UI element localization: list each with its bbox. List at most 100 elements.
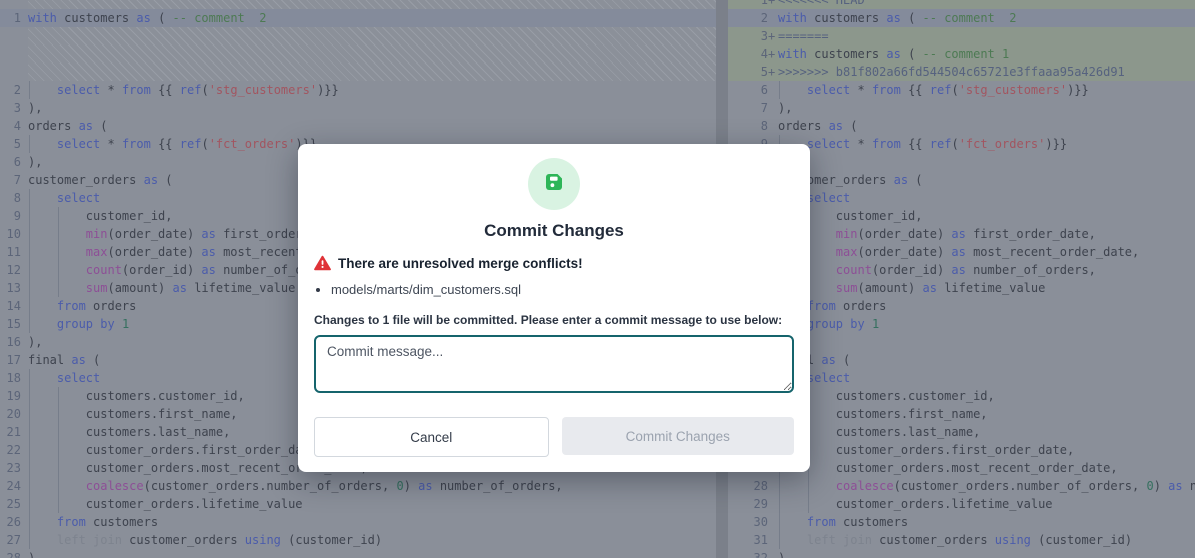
- diff-add-mark: [21, 243, 28, 261]
- line-number: 6: [0, 153, 21, 171]
- line-number: 3: [728, 27, 768, 45]
- line-number: 30: [728, 513, 768, 531]
- code-line[interactable]: 24 coalesce(customer_orders.number_of_or…: [0, 477, 716, 495]
- code-text: orders as (: [28, 117, 716, 135]
- diff-add-mark: [768, 495, 778, 513]
- dialog-buttons: Cancel Commit Changes: [314, 417, 794, 457]
- code-text: customers.first_name,: [778, 405, 1195, 423]
- code-text: >>>>>>> b81f802a66fd544504c65721e3ffaaa9…: [778, 63, 1195, 81]
- code-text: select * from {{ ref('fct_orders')}}: [778, 135, 1195, 153]
- code-text: from customers: [778, 513, 1195, 531]
- diff-add-mark: [768, 477, 778, 495]
- line-number: [0, 63, 21, 81]
- app-root: 1 with customers as ( -- comment 2 2 selec…: [0, 0, 1195, 558]
- diff-filler-row[interactable]: [0, 27, 716, 45]
- cancel-button[interactable]: Cancel: [314, 417, 549, 457]
- diff-add-mark: [21, 531, 28, 549]
- code-line[interactable]: 3+=======: [728, 27, 1195, 45]
- diff-add-mark: [21, 459, 28, 477]
- line-number: 4: [0, 117, 21, 135]
- code-text: ): [28, 549, 716, 558]
- line-number: 9: [0, 207, 21, 225]
- line-number: 14: [0, 297, 21, 315]
- diff-add-mark: +: [768, 63, 778, 81]
- diff-add-mark: [768, 99, 778, 117]
- diff-add-mark: [21, 369, 28, 387]
- code-text: customers.customer_id,: [778, 387, 1195, 405]
- diff-add-mark: [21, 441, 28, 459]
- code-text: max(order_date) as most_recent_order_dat…: [778, 243, 1195, 261]
- diff-add-mark: +: [768, 45, 778, 63]
- code-line[interactable]: 8orders as (: [728, 117, 1195, 135]
- instruction-text: Changes to 1 file will be committed. Ple…: [314, 313, 794, 327]
- code-line[interactable]: 2with customers as ( -- comment 2: [728, 9, 1195, 27]
- line-number: [0, 27, 21, 45]
- diff-filler-row[interactable]: [0, 45, 716, 63]
- code-text: final as (: [778, 351, 1195, 369]
- diff-add-mark: [21, 81, 28, 99]
- line-number: 1: [728, 0, 768, 9]
- code-line[interactable]: 4+with customers as ( -- comment 1: [728, 45, 1195, 63]
- code-line[interactable]: 2 select * from {{ ref('stg_customers')}…: [0, 81, 716, 99]
- commit-message-input[interactable]: [314, 335, 794, 393]
- diff-add-mark: [21, 351, 28, 369]
- code-line[interactable]: 7),: [728, 99, 1195, 117]
- code-text: ),: [778, 333, 1195, 351]
- code-text: left join customer_orders using (custome…: [778, 531, 1195, 549]
- line-number: 5: [0, 135, 21, 153]
- code-text: orders as (: [778, 117, 1195, 135]
- code-line[interactable]: 28 coalesce(customer_orders.number_of_or…: [728, 477, 1195, 495]
- diff-add-mark: [21, 549, 28, 558]
- line-number: 2: [0, 81, 21, 99]
- line-number: 23: [0, 459, 21, 477]
- diff-add-mark: [21, 9, 28, 27]
- diff-add-mark: [21, 99, 28, 117]
- code-text: coalesce(customer_orders.number_of_order…: [28, 477, 716, 495]
- diff-add-mark: [21, 405, 28, 423]
- code-line[interactable]: 1 with customers as ( -- comment 2: [0, 9, 716, 27]
- code-text: with customers as ( -- comment 2: [28, 9, 716, 27]
- line-number: 2: [728, 9, 768, 27]
- code-line[interactable]: 27 left join customer_orders using (cust…: [0, 531, 716, 549]
- line-number: 22: [0, 441, 21, 459]
- diff-add-mark: [768, 9, 778, 27]
- diff-add-mark: [768, 81, 778, 99]
- diff-filler-row[interactable]: [0, 63, 716, 81]
- code-line[interactable]: 32): [728, 549, 1195, 558]
- diff-add-mark: [768, 117, 778, 135]
- line-number: [0, 0, 21, 9]
- code-text: customer_orders.lifetime_value: [778, 495, 1195, 513]
- bullet-dot: [316, 288, 320, 292]
- code-line[interactable]: 1+<<<<<<< HEAD: [728, 0, 1195, 9]
- line-number: 26: [0, 513, 21, 531]
- hatch-pattern: [28, 45, 716, 63]
- line-number: 28: [728, 477, 768, 495]
- diff-filler-row[interactable]: [0, 0, 716, 9]
- code-text: from orders: [778, 297, 1195, 315]
- line-number: 21: [0, 423, 21, 441]
- code-line[interactable]: 5+>>>>>>> b81f802a66fd544504c65721e3ffaa…: [728, 63, 1195, 81]
- code-text: customers.last_name,: [778, 423, 1195, 441]
- commit-changes-button[interactable]: Commit Changes: [562, 417, 795, 455]
- code-text: group by 1: [778, 315, 1195, 333]
- diff-add-mark: [21, 63, 28, 81]
- code-line[interactable]: 28): [0, 549, 716, 558]
- code-line[interactable]: 6 select * from {{ ref('stg_customers')}…: [728, 81, 1195, 99]
- line-number: 18: [0, 369, 21, 387]
- code-text: with customers as ( -- comment 1: [778, 45, 1195, 63]
- line-number: 6: [728, 81, 768, 99]
- code-line[interactable]: 30 from customers: [728, 513, 1195, 531]
- code-line[interactable]: 26 from customers: [0, 513, 716, 531]
- code-line[interactable]: 29 customer_orders.lifetime_value: [728, 495, 1195, 513]
- diff-add-mark: [21, 153, 28, 171]
- code-line[interactable]: 4 orders as (: [0, 117, 716, 135]
- code-text: select: [778, 189, 1195, 207]
- line-number: 1: [0, 9, 21, 27]
- line-number: 29: [728, 495, 768, 513]
- code-line[interactable]: 25 customer_orders.lifetime_value: [0, 495, 716, 513]
- code-line[interactable]: 3),: [0, 99, 716, 117]
- code-line[interactable]: 31 left join customer_orders using (cust…: [728, 531, 1195, 549]
- code-text: customer_orders.lifetime_value: [28, 495, 716, 513]
- code-text: coalesce(customer_orders.number_of_order…: [778, 477, 1195, 495]
- line-number: 12: [0, 261, 21, 279]
